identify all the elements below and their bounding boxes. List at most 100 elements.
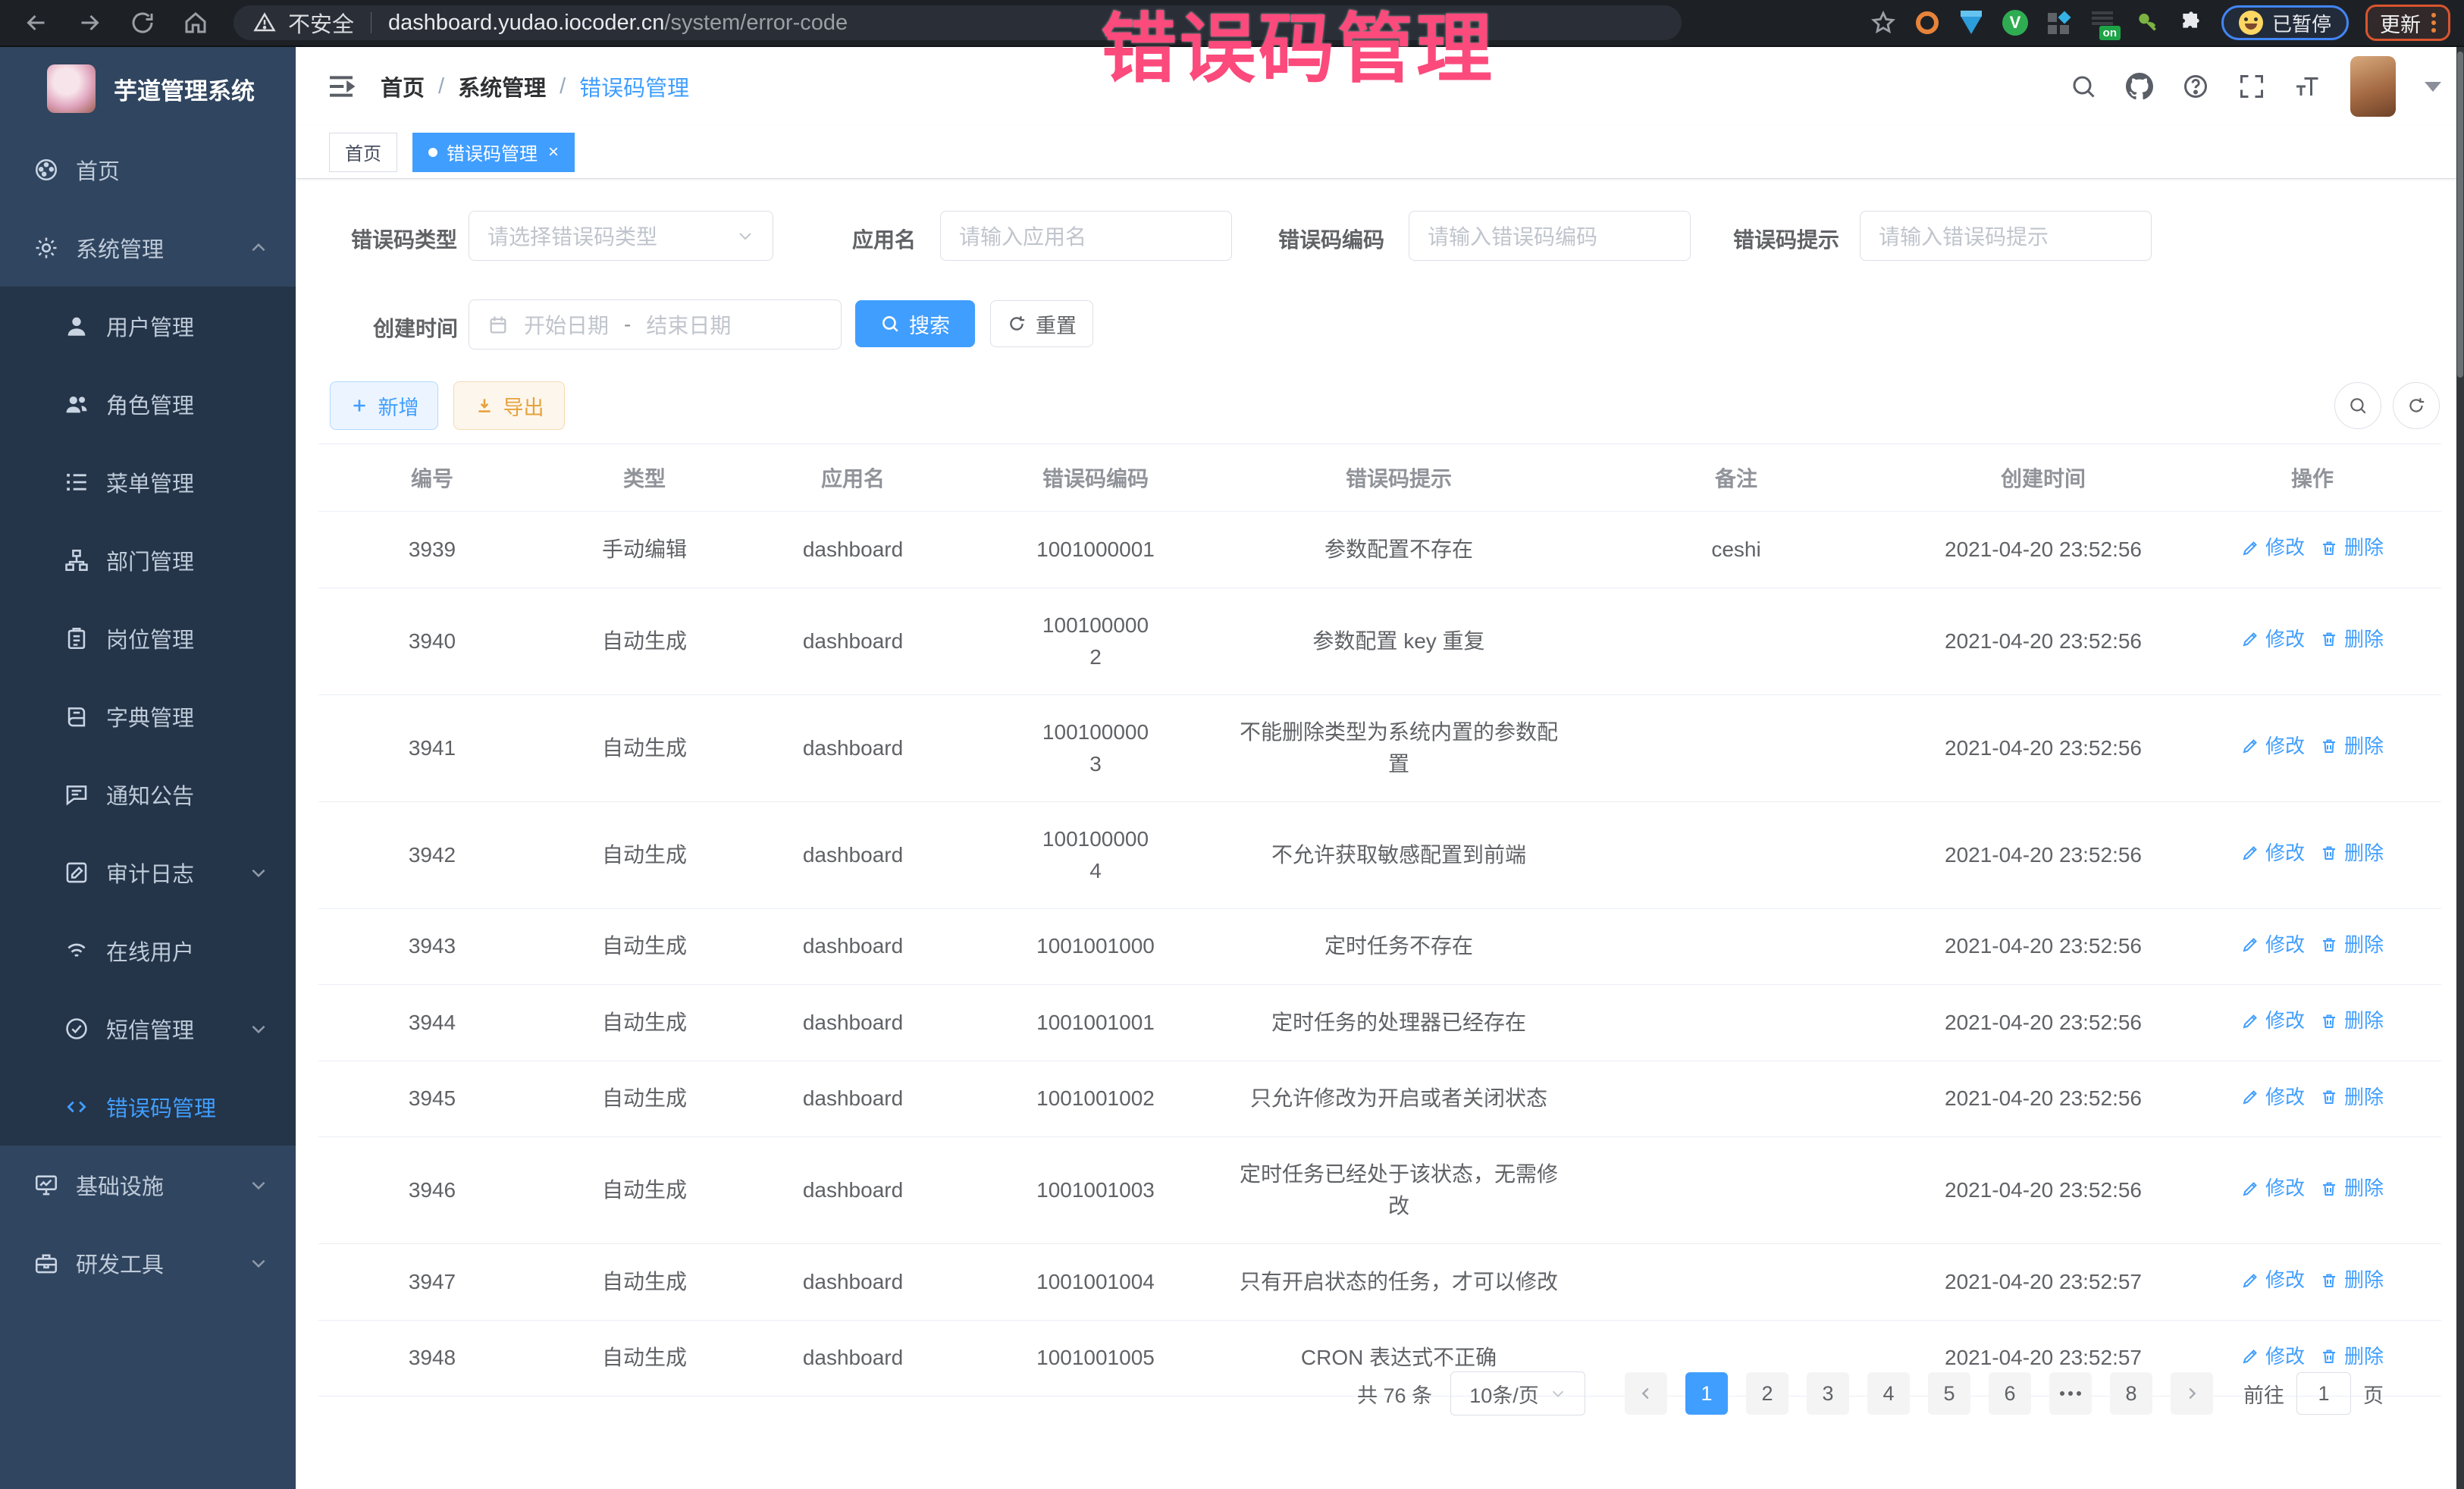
hamburger-icon[interactable] (326, 71, 356, 102)
browser-update-button[interactable]: 更新 (2365, 5, 2450, 41)
sidebar-item-label: 岗位管理 (106, 622, 194, 654)
extension-blue-gem-icon[interactable] (1958, 9, 1985, 36)
user-avatar[interactable] (2350, 56, 2396, 117)
delete-button[interactable]: 删除 (2320, 839, 2384, 868)
extensions-puzzle-icon[interactable] (2177, 9, 2205, 36)
error-type-select[interactable]: 请选择错误码类型 (469, 211, 773, 261)
edit-button[interactable]: 修改 (2241, 533, 2305, 563)
error-code-input[interactable]: 请输入错误码编码 (1409, 211, 1691, 261)
sidebar-item-role-mgmt[interactable]: 角色管理 (0, 365, 296, 443)
tag-close-icon[interactable]: × (548, 143, 559, 161)
delete-button[interactable]: 删除 (2320, 625, 2384, 654)
pager-page-3[interactable]: 3 (1807, 1372, 1849, 1415)
delete-button[interactable]: 删除 (2320, 1006, 2384, 1036)
scrollbar-thumb[interactable] (2457, 52, 2463, 378)
sidebar-item-infrastructure[interactable]: 基础设施 (0, 1146, 296, 1224)
delete-button[interactable]: 删除 (2320, 533, 2384, 563)
browser-forward-icon[interactable] (76, 9, 103, 36)
pager-page-6[interactable]: 6 (1989, 1372, 2031, 1415)
browser-home-icon[interactable] (182, 9, 209, 36)
extension-grid-icon[interactable] (2045, 9, 2073, 36)
sidebar-item-online-users[interactable]: 在线用户 (0, 911, 296, 989)
extension-list-on-icon[interactable]: on (2089, 9, 2117, 36)
avatar-caret-down-icon[interactable] (2425, 82, 2441, 92)
pager-page-2[interactable]: 2 (1746, 1372, 1788, 1415)
reset-button[interactable]: 重置 (990, 300, 1093, 347)
delete-button[interactable]: 删除 (2320, 1342, 2384, 1371)
app-logo-row[interactable]: 芋道管理系统 (0, 47, 296, 130)
extension-key-icon[interactable] (2133, 9, 2161, 36)
sidebar-item-user-mgmt[interactable]: 用户管理 (0, 287, 296, 365)
bookmark-star-icon[interactable] (1870, 9, 1897, 36)
sidebar-item-dept-mgmt[interactable]: 部门管理 (0, 521, 296, 599)
pager-more-icon[interactable] (2049, 1372, 2092, 1415)
tag-item[interactable]: 首页 (329, 133, 397, 172)
edit-button[interactable]: 修改 (2241, 625, 2305, 654)
pager-page-5[interactable]: 5 (1928, 1372, 1970, 1415)
breadcrumb-item[interactable]: 系统管理 (458, 71, 546, 102)
help-icon[interactable] (2182, 73, 2209, 100)
pager-page-4[interactable]: 4 (1867, 1372, 1910, 1415)
edit-button[interactable]: 修改 (2241, 930, 2305, 960)
pager-page-1[interactable]: 1 (1685, 1372, 1728, 1415)
extension-orange-ring-icon[interactable] (1914, 9, 1941, 36)
sidebar-item-notice[interactable]: 通知公告 (0, 755, 296, 833)
export-button[interactable]: 导出 (453, 381, 565, 430)
delete-button[interactable]: 删除 (2320, 1083, 2384, 1112)
edit-button[interactable]: 修改 (2241, 1006, 2305, 1036)
fullscreen-icon[interactable] (2238, 73, 2265, 100)
edit-button[interactable]: 修改 (2241, 1083, 2305, 1112)
extension-green-v-icon[interactable]: V (2002, 9, 2029, 36)
refresh-table-circle-button[interactable] (2393, 382, 2440, 429)
search-button[interactable]: 搜索 (855, 300, 975, 347)
edit-button[interactable]: 修改 (2241, 1174, 2305, 1203)
toggle-search-circle-button[interactable] (2334, 382, 2381, 429)
browser-reload-icon[interactable] (129, 9, 156, 36)
sidebar-item-label: 通知公告 (106, 779, 194, 810)
goto-page-input[interactable]: 1 (2296, 1372, 2351, 1415)
font-size-icon[interactable] (2294, 73, 2321, 100)
delete-button[interactable]: 删除 (2320, 1265, 2384, 1295)
refresh-icon (2406, 396, 2426, 415)
sidebar-item-error-code-mgmt[interactable]: 错误码管理 (0, 1067, 296, 1146)
cell-remark (1569, 908, 1903, 985)
edit-button[interactable]: 修改 (2241, 732, 2305, 761)
sidebar-item-audit-log[interactable]: 审计日志 (0, 833, 296, 911)
sidebar-item-dev-tools[interactable]: 研发工具 (0, 1224, 296, 1302)
header-search-icon[interactable] (2070, 73, 2097, 100)
edit-button[interactable]: 修改 (2241, 839, 2305, 868)
sidebar-item-dict-mgmt[interactable]: 字典管理 (0, 677, 296, 755)
delete-button[interactable]: 删除 (2320, 732, 2384, 761)
delete-button[interactable]: 删除 (2320, 930, 2384, 960)
sidebar-item-label: 系统管理 (76, 232, 164, 264)
page-size-select[interactable]: 10条/页 (1450, 1371, 1585, 1415)
github-icon[interactable] (2126, 73, 2153, 100)
error-msg-placeholder: 请输入错误码提示 (1879, 221, 2049, 251)
sidebar-item-post-mgmt[interactable]: 岗位管理 (0, 599, 296, 677)
sidebar-item-system[interactable]: 系统管理 (0, 208, 296, 287)
browser-back-icon[interactable] (23, 9, 50, 36)
edit-button[interactable]: 修改 (2241, 1342, 2305, 1371)
edit-button[interactable]: 修改 (2241, 1265, 2305, 1295)
add-button[interactable]: 新增 (330, 381, 438, 430)
prev-page-button[interactable] (1625, 1372, 1667, 1415)
tag-active[interactable]: 错误码管理× (412, 133, 575, 172)
pager-page-8[interactable]: 8 (2110, 1372, 2152, 1415)
date-range-picker[interactable]: 开始日期 - 结束日期 (469, 299, 842, 350)
sidebar-item-home[interactable]: 首页 (0, 130, 296, 208)
cell-msg: 不能删除类型为系统内置的参数配置 (1228, 694, 1569, 801)
paused-profile-badge[interactable]: 已暂停 (2221, 5, 2349, 40)
next-page-button[interactable] (2171, 1372, 2213, 1415)
sidebar-item-menu-mgmt[interactable]: 菜单管理 (0, 443, 296, 521)
app-name-input[interactable]: 请输入应用名 (940, 211, 1232, 261)
security-label[interactable]: 不安全 (288, 7, 354, 39)
edit-button-label: 修改 (2265, 1174, 2305, 1203)
page-scrollbar[interactable] (2456, 47, 2464, 1489)
breadcrumb-item[interactable]: 首页 (381, 71, 425, 102)
cell-app: dashboard (743, 985, 963, 1061)
browser-menu-dots-icon[interactable] (2431, 13, 2436, 33)
delete-button[interactable]: 删除 (2320, 1174, 2384, 1203)
error-msg-input[interactable]: 请输入错误码提示 (1860, 211, 2152, 261)
sidebar-item-sms-mgmt[interactable]: 短信管理 (0, 989, 296, 1067)
delete-button-label: 删除 (2344, 1342, 2384, 1371)
